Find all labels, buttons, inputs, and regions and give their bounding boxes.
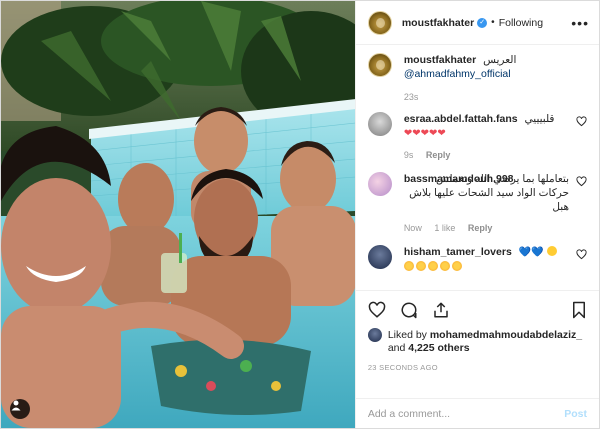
heart-icon[interactable] <box>368 301 386 319</box>
comment-emoji: ❤❤❤❤❤ <box>403 128 446 139</box>
comment-text: قلبيييي <box>524 113 555 125</box>
action-icons <box>368 299 587 321</box>
commenter-avatar[interactable] <box>367 172 392 196</box>
caption: moustfakhater العريس @ahmadfahmy_officia… <box>367 53 587 104</box>
verified-badge-icon: ✓ <box>477 17 488 28</box>
commenter-avatar[interactable] <box>367 112 392 136</box>
comment-likes[interactable]: 1 like <box>434 223 455 233</box>
instagram-post: moustfakhater ✓ • Following ••• moustfak… <box>0 0 600 429</box>
post-timestamp[interactable]: 23 SECONDS AGO <box>368 363 587 372</box>
caption-text: العريس <box>483 54 517 66</box>
comment-emoji: 💙💙 <box>518 247 544 258</box>
post-side-panel: moustfakhater ✓ • Following ••• moustfak… <box>354 1 599 428</box>
likes-and: and <box>387 342 406 354</box>
author-username[interactable]: moustfakhater <box>402 17 474 29</box>
commenter-username[interactable]: hisham_tamer_lovers <box>404 246 512 258</box>
more-options-icon[interactable]: ••• <box>571 15 589 31</box>
author-avatar[interactable] <box>367 10 392 35</box>
post-comment-button[interactable]: Post <box>564 408 587 420</box>
following-button[interactable]: Following <box>499 17 543 29</box>
comment: esraa.abdel.fattah.fans قلبيييي ❤❤❤❤❤ 9s… <box>367 112 587 162</box>
laugh-emoji-icon <box>451 261 462 271</box>
likes-others-link[interactable]: 4,225 others <box>408 342 469 354</box>
post-photo[interactable] <box>1 1 355 428</box>
laugh-emoji-icon <box>439 261 450 271</box>
dot-separator: • <box>491 17 495 28</box>
caption-mention[interactable]: @ahmadfahmy_official <box>404 68 511 80</box>
comment-like-icon[interactable] <box>576 116 587 127</box>
likes-summary: Liked by mohamedmahmoudabdelaziz_ <box>367 328 587 342</box>
caption-username[interactable]: moustfakhater <box>404 54 476 66</box>
comment-like-icon[interactable] <box>576 249 587 260</box>
comment: bassmamamdouh.998 بتعاملها بما يرضي الله… <box>367 172 587 235</box>
laugh-emoji-icon <box>427 261 438 271</box>
liker-avatar[interactable] <box>367 328 382 342</box>
commenter-username[interactable]: esraa.abdel.fattah.fans <box>404 113 518 125</box>
caption-time[interactable]: 23s <box>404 92 419 102</box>
likes-prefix: Liked by <box>387 328 427 341</box>
user-tag-icon[interactable] <box>10 399 30 419</box>
add-comment-bar: Post <box>355 398 599 428</box>
laugh-emoji-icon <box>415 261 426 271</box>
pool-selfie-image <box>1 1 355 428</box>
smile-emoji-icon <box>546 246 557 256</box>
comment-icon[interactable] <box>400 301 418 319</box>
caption-avatar[interactable] <box>367 53 392 77</box>
add-comment-input[interactable] <box>367 407 565 420</box>
share-icon[interactable] <box>432 301 450 319</box>
reply-button[interactable]: Reply <box>468 223 493 233</box>
bookmark-icon[interactable] <box>571 301 587 319</box>
comment-like-icon[interactable] <box>576 176 587 187</box>
comments-list[interactable]: moustfakhater العريس @ahmadfahmy_officia… <box>356 45 599 290</box>
likes-summary-2: and 4,225 others <box>368 342 587 355</box>
post-header: moustfakhater ✓ • Following ••• <box>355 1 599 45</box>
laugh-emoji-icon <box>403 261 414 271</box>
commenter-avatar[interactable] <box>367 245 392 269</box>
liker-username[interactable]: mohamedmahmoudabdelaziz_ <box>430 329 582 342</box>
comment-time[interactable]: Now <box>404 223 422 233</box>
post-actions: Liked by mohamedmahmoudabdelaziz_ and 4,… <box>355 290 599 398</box>
comment: hisham_tamer_lovers 💙💙 <box>367 245 587 274</box>
reply-button[interactable]: Reply <box>426 150 451 160</box>
emoji-row <box>403 261 464 273</box>
comment-time[interactable]: 9s <box>404 150 414 160</box>
